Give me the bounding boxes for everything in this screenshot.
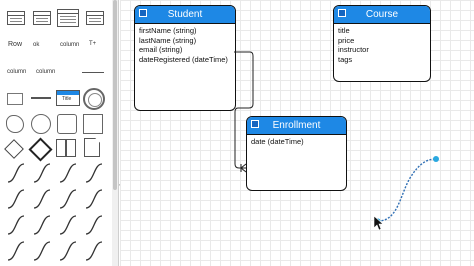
- entity-enrollment[interactable]: Enrollment date (dateTime): [246, 116, 347, 191]
- palette-rounded-rect-shape[interactable]: [57, 114, 77, 134]
- entity-title: Enrollment: [272, 120, 321, 131]
- palette-double-rect-shape[interactable]: [66, 139, 76, 157]
- palette-connector-icon: [33, 163, 51, 183]
- palette-table-shape[interactable]: [86, 11, 104, 25]
- entity-field: email (string): [139, 45, 183, 54]
- entity-field: firstName (string): [139, 26, 197, 35]
- palette-table-shape[interactable]: [33, 11, 51, 25]
- palette-small-text[interactable]: column: [60, 42, 79, 48]
- entity-course[interactable]: Course title price instructor tags: [333, 5, 431, 82]
- palette-connectors: [7, 163, 103, 261]
- palette-circle-shape[interactable]: [83, 88, 105, 110]
- entity-title: Student: [167, 9, 203, 20]
- palette-connector-icon: [85, 163, 103, 183]
- palette-ellipse-shape[interactable]: [31, 114, 51, 134]
- palette-line-shape[interactable]: [82, 72, 104, 73]
- entity-field: lastName (string): [139, 35, 197, 45]
- palette-small-text[interactable]: ok: [33, 42, 39, 48]
- palette-small-text[interactable]: T+: [89, 41, 96, 47]
- palette-connector-icon: [59, 215, 77, 235]
- palette-connector-icon: [85, 241, 103, 261]
- palette-connector-icon: [33, 241, 51, 261]
- palette-double-rect-shape[interactable]: [56, 139, 66, 157]
- palette-cloud-shape[interactable]: [6, 115, 24, 133]
- entity-field: instructor: [338, 45, 369, 54]
- palette-rect-shape[interactable]: [83, 114, 103, 134]
- palette-connector-icon: [7, 241, 25, 261]
- entity-fields: date (dateTime): [247, 135, 346, 149]
- palette-connector-icon: [85, 189, 103, 209]
- palette-line-shape[interactable]: [31, 97, 51, 99]
- entity-header: Enrollment: [247, 117, 346, 135]
- palette-row-label[interactable]: Row: [8, 41, 22, 48]
- palette-table-shape[interactable]: [57, 9, 79, 27]
- scrollbar-thumb[interactable]: [113, 0, 117, 190]
- palette-connector-icon: [33, 189, 51, 209]
- palette-connector-icon: [7, 163, 25, 183]
- entity-fields: firstName (string) lastName (string) ema…: [135, 24, 235, 66]
- table-icon: [338, 9, 346, 17]
- entity-student[interactable]: Student firstName (string) lastName (str…: [134, 5, 236, 111]
- palette-diamond-shape[interactable]: [4, 139, 24, 159]
- palette-connector-icon: [7, 215, 25, 235]
- palette-connector-icon: [33, 215, 51, 235]
- palette-diamond-bold-shape[interactable]: [28, 137, 53, 162]
- entity-header: Course: [334, 6, 430, 24]
- entity-field: tags: [338, 54, 353, 64]
- palette-connector-icon: [85, 215, 103, 235]
- palette-connector-icon: [59, 163, 77, 183]
- palette-note-shape[interactable]: [84, 138, 100, 157]
- table-icon: [139, 9, 147, 17]
- entity-title: Course: [365, 9, 399, 20]
- palette-table-shape[interactable]: [7, 11, 25, 25]
- table-icon: [251, 120, 259, 128]
- palette-scrollbar[interactable]: [112, 0, 119, 266]
- entity-field: date (dateTime): [251, 137, 304, 146]
- palette-small-text[interactable]: column: [36, 69, 55, 75]
- entity-field: dateRegistered (dateTime): [139, 54, 228, 64]
- palette-table-shape[interactable]: Title: [56, 90, 80, 106]
- palette-connector-icon: [59, 189, 77, 209]
- entity-fields: title price instructor tags: [334, 24, 430, 66]
- palette-rect-shape[interactable]: [7, 93, 23, 105]
- entity-field: title: [338, 26, 350, 35]
- palette-small-text[interactable]: column: [7, 69, 26, 75]
- shape-palette: Row ok column T+ column column Title: [0, 0, 113, 266]
- palette-connector-icon: [59, 241, 77, 261]
- palette-connector-icon: [7, 189, 25, 209]
- entity-field: price: [338, 35, 355, 45]
- entity-header: Student: [135, 6, 235, 24]
